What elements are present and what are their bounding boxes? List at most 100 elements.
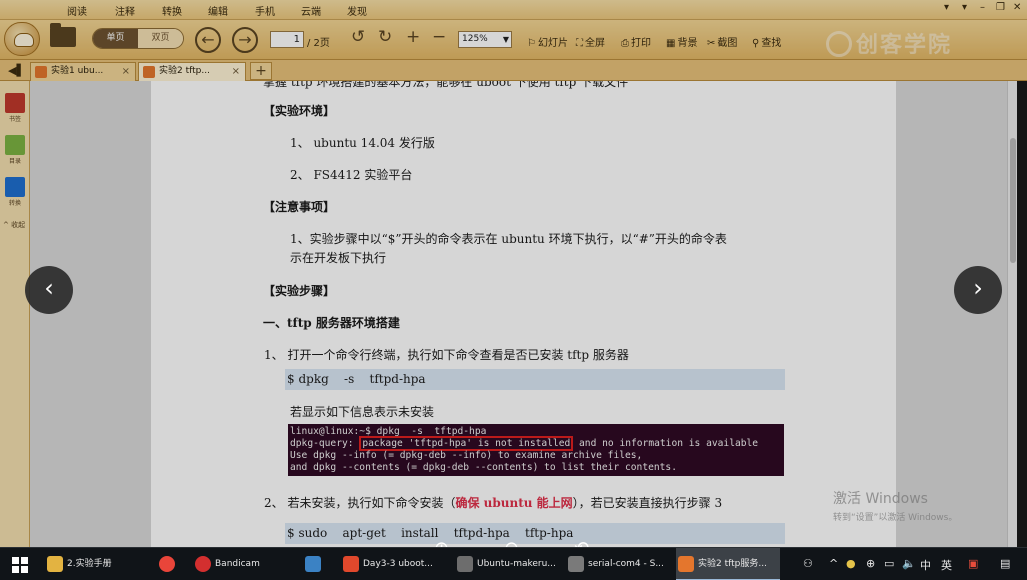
app-icon xyxy=(305,556,321,572)
scissors-icon: ✂ xyxy=(707,38,716,49)
search-icon: ⚲ xyxy=(752,38,760,49)
folder-icon xyxy=(47,556,63,572)
rotate-left-icon[interactable]: ↺ xyxy=(351,29,365,46)
pdf-icon xyxy=(678,556,694,572)
menu-mobile[interactable]: 手机 xyxy=(255,3,275,18)
intro-text: 掌握 tftp 环境搭建的基本方法，能够在 uboot 下使用 tftp 下载文… xyxy=(263,81,629,89)
terminal-output: linux@linux:~$ dpkg -s tftpd-hpa dpkg-qu… xyxy=(288,424,784,476)
find-button[interactable]: ⚲ 查找 xyxy=(752,34,781,49)
chevron-down-icon: ▼ xyxy=(502,35,509,44)
tab-label: 实验1 ubu... xyxy=(51,66,104,76)
taskbar-item-chrome[interactable] xyxy=(157,548,187,580)
close-icon[interactable]: × xyxy=(122,63,130,80)
print-icon: ⎙ xyxy=(621,38,629,49)
menu-annotate[interactable]: 注释 xyxy=(115,3,135,18)
windows-start-icon[interactable] xyxy=(12,557,28,573)
tray-app-icon[interactable]: ● xyxy=(846,557,856,570)
not-installed-hint: 若显示如下信息表示未安装 xyxy=(290,405,435,419)
zoom-value: 125% xyxy=(462,34,488,44)
env-item-1: 1、 ubuntu 14.04 发行版 xyxy=(290,136,435,150)
zoom-in-icon[interactable]: + xyxy=(406,29,420,46)
tab-doc-2[interactable]: 实验2 tftp... × xyxy=(138,62,246,81)
note-line-1: 1、实验步骤中以“$”开头的命令表示在 ubuntu 环境下执行，以“#”开头的… xyxy=(290,232,727,246)
tab-doc-1[interactable]: 实验1 ubu... × xyxy=(30,62,136,81)
chrome-icon xyxy=(159,556,175,572)
tab-bar: ◀▌ 实验1 ubu... × 实验2 tftp... × + xyxy=(0,60,1027,81)
app-logo-icon[interactable] xyxy=(4,22,40,56)
page-total-label: / 2页 xyxy=(307,38,330,49)
double-page-button[interactable]: 双页 xyxy=(138,29,183,48)
screenshot-button[interactable]: ✂ 截图 xyxy=(707,34,737,49)
minimize-button[interactable]: – xyxy=(980,2,985,13)
sidebar-collapse[interactable]: ^ 收起 xyxy=(3,220,25,230)
tray-expand-icon[interactable]: ^ xyxy=(829,557,838,570)
maximize-button[interactable]: ❐ xyxy=(996,2,1005,13)
new-tab-button[interactable]: + xyxy=(250,62,272,80)
rotate-right-icon[interactable]: ↻ xyxy=(378,29,392,46)
view-mode-toggle: 单页 双页 xyxy=(92,28,184,49)
sidebar-item-convert[interactable]: 转换 xyxy=(4,177,26,207)
taskbar-item-explorer[interactable]: 2.实验手册 xyxy=(45,548,149,580)
vm-icon xyxy=(457,556,473,572)
volume-icon[interactable]: 🔈 xyxy=(902,557,916,570)
vertical-scrollbar[interactable] xyxy=(1007,81,1017,547)
arrow-left-icon: ← xyxy=(201,30,215,49)
terminal-icon xyxy=(568,556,584,572)
network-icon[interactable]: ▭ xyxy=(884,557,894,570)
people-icon[interactable]: ⚇ xyxy=(803,557,813,570)
chevron-right-icon: › xyxy=(973,274,983,302)
single-page-button[interactable]: 单页 xyxy=(93,29,138,48)
taskbar-item-wps[interactable]: Day3-3 uboot... xyxy=(341,548,447,580)
tab-label: 实验2 tftp... xyxy=(159,66,210,76)
scroll-thumb[interactable] xyxy=(1010,138,1016,263)
taskbar: 2.实验手册 Bandicam Day3-3 uboot... Ubuntu-m… xyxy=(0,547,1027,580)
ime-indicator[interactable]: 中 xyxy=(920,557,931,573)
step-1-text: 1、 打开一个命令行终端，执行如下命令查看是否已安装 tftp 服务器 xyxy=(264,348,629,362)
language-indicator[interactable]: 英 xyxy=(941,557,952,573)
terminal-line-3: Use dpkg --info (= dpkg-deb --info) to e… xyxy=(290,450,643,461)
document-viewport[interactable]: 掌握 tftp 环境搭建的基本方法，能够在 uboot 下使用 tftp 下载文… xyxy=(30,81,1017,547)
taskbar-item-bandicam[interactable]: Bandicam xyxy=(193,548,293,580)
menu-dropdown-icon[interactable]: ▾ xyxy=(944,2,949,13)
taskbar-item-serial[interactable]: serial-com4 - S... xyxy=(566,548,670,580)
fullscreen-button[interactable]: ⛶ 全屏 xyxy=(576,34,605,49)
sidebar-item-bookmarks[interactable]: 书签 xyxy=(4,93,26,123)
viewer-next-button[interactable]: › xyxy=(954,266,1002,314)
taskbar-item-pdf-reader[interactable]: 实验2 tftp服务... xyxy=(676,548,780,580)
next-page-button[interactable]: → xyxy=(232,27,258,53)
print-button[interactable]: ⎙ 打印 xyxy=(621,34,651,49)
notification-icon[interactable]: ▤ xyxy=(1000,557,1010,570)
open-folder-icon[interactable] xyxy=(50,23,76,47)
menu-edit[interactable]: 编辑 xyxy=(208,3,228,18)
taskbar-item-vmware[interactable]: Ubuntu-makeru... xyxy=(455,548,558,580)
close-icon[interactable]: × xyxy=(232,63,240,80)
taskbar-item-app[interactable] xyxy=(303,548,333,580)
section-tftp-setup: 一、tftp 服务器环境搭建 xyxy=(263,316,400,330)
menu-convert[interactable]: 转换 xyxy=(162,3,182,18)
menu-read[interactable]: 阅读 xyxy=(67,3,87,18)
menu-discover[interactable]: 发现 xyxy=(347,3,367,18)
wps-icon xyxy=(343,556,359,572)
zoom-select[interactable]: 125% ▼ xyxy=(458,31,512,48)
pdf-icon xyxy=(35,66,47,78)
page-number-input[interactable]: 1 xyxy=(270,31,304,48)
menu-cloud[interactable]: 云端 xyxy=(301,3,321,18)
command-apt-install: $ sudo apt-get install tftpd-hpa tftp-hp… xyxy=(285,523,785,544)
zoom-out-icon[interactable]: − xyxy=(432,29,446,46)
background-icon: ▦ xyxy=(666,38,676,49)
chevron-left-icon: ‹ xyxy=(44,274,54,302)
skin-dropdown-icon[interactable]: ▾ xyxy=(962,2,967,13)
sidebar-item-outline[interactable]: 目录 xyxy=(4,135,26,165)
recording-icon[interactable]: ▣ xyxy=(968,557,978,570)
background-button[interactable]: ▦ 背景 xyxy=(666,34,697,49)
tray-app2-icon[interactable]: ⊕ xyxy=(866,557,875,570)
collapse-panel-icon[interactable]: ◀▌ xyxy=(8,64,25,77)
document-page: 掌握 tftp 环境搭建的基本方法，能够在 uboot 下使用 tftp 下载文… xyxy=(151,81,896,547)
highlight-not-installed: package 'tftpd-hpa' is not installed xyxy=(359,436,574,451)
previous-page-button[interactable]: ← xyxy=(195,27,221,53)
viewer-prev-button[interactable]: ‹ xyxy=(25,266,73,314)
close-button[interactable]: ✕ xyxy=(1013,2,1021,13)
pdf-icon xyxy=(143,66,155,78)
command-dpkg: $ dpkg -s tftpd-hpa xyxy=(285,369,785,390)
slideshow-button[interactable]: ⚐ 幻灯片 xyxy=(527,34,568,49)
